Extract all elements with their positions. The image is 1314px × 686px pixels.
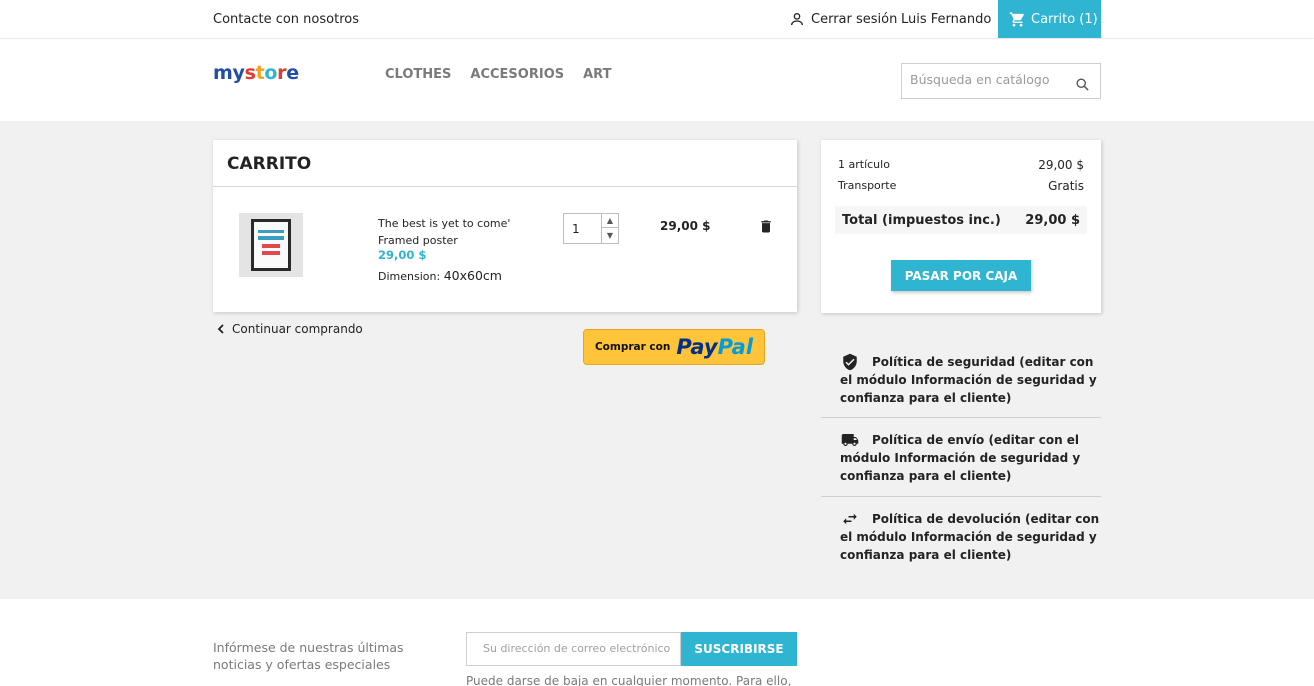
product-price: 29,00 $ (378, 248, 427, 262)
unsubscribe-note: Puede darse de baja en cualquier momento… (466, 674, 792, 686)
subscribe-button[interactable]: SUSCRIBIRSE (681, 632, 797, 666)
poster-image (251, 219, 291, 271)
main-content: CARRITO The best is yet to come' Framed … (0, 121, 1314, 599)
shopping-cart-icon (1009, 11, 1024, 27)
newsletter-email-field (466, 632, 681, 666)
reassurance-block: Política de seguridad (editar con el mód… (821, 350, 1101, 567)
store-logo[interactable]: my store (213, 62, 299, 84)
trash-icon[interactable] (758, 218, 774, 235)
chevron-down-icon[interactable]: ▼ (602, 228, 618, 242)
checkout-button[interactable]: PASAR POR CAJA (891, 260, 1031, 291)
top-bar: Contacte con nosotros Cerrar sesión Luis… (0, 0, 1314, 39)
attribute-value: 40x60cm (443, 268, 502, 283)
quantity-input[interactable]: 1 (572, 222, 580, 236)
paypal-logo: PayPal (676, 335, 754, 359)
reassurance-text: Política de devolución (editar con el mó… (840, 512, 1100, 562)
reassurance-shipping: Política de envío (editar con el módulo … (821, 418, 1101, 497)
swap-arrows-icon (843, 513, 857, 525)
order-summary: 1 artículo 29,00 $ Transporte Gratis Tot… (821, 140, 1101, 313)
summary-total-row: Total (impuestos inc.) 29,00 $ (835, 206, 1087, 234)
quantity-stepper[interactable]: 1 ▲ ▼ (563, 213, 619, 244)
header: my store CLOTHES ACCESORIOS ART (0, 39, 1314, 121)
continue-label: Continuar comprando (232, 322, 363, 336)
main-nav: CLOTHES ACCESORIOS ART (385, 67, 611, 82)
reassurance-text: Política de seguridad (editar con el mód… (840, 355, 1097, 405)
items-value: 29,00 $ (1038, 158, 1084, 172)
continue-shopping-link[interactable]: Continuar comprando (216, 322, 363, 336)
total-label: Total (impuestos inc.) (842, 212, 1001, 228)
chevron-up-icon[interactable]: ▲ (602, 214, 618, 228)
search-box (901, 63, 1101, 99)
paypal-button[interactable]: Comprar con PayPal (583, 329, 765, 365)
items-label: 1 artículo (838, 158, 890, 171)
signout-label: Cerrar sesión (811, 11, 898, 27)
cart-panel: CARRITO The best is yet to come' Framed … (213, 140, 797, 312)
email-field[interactable] (483, 642, 673, 655)
product-thumbnail[interactable] (239, 213, 303, 277)
total-value: 29,00 $ (1025, 212, 1080, 228)
reassurance-returns: Política de devolución (editar con el mó… (821, 497, 1101, 567)
summary-shipping-row: Transporte Gratis (838, 179, 1084, 193)
reassurance-text: Política de envío (editar con el módulo … (840, 433, 1081, 483)
newsletter-label: Infórmese de nuestras últimas noticias y… (213, 640, 404, 672)
account-link[interactable]: Luis Fernando (901, 12, 991, 27)
shipping-label: Transporte (838, 179, 897, 192)
signout-link[interactable]: Cerrar sesión (789, 11, 897, 27)
nav-item-clothes[interactable]: CLOTHES (385, 67, 451, 82)
contact-link[interactable]: Contacte con nosotros (213, 12, 359, 27)
reassurance-security: Política de seguridad (editar con el mód… (821, 350, 1101, 418)
product-attribute: Dimension: 40x60cm (378, 268, 502, 283)
paypal-prefix: Comprar con (594, 341, 671, 353)
summary-items-row: 1 artículo 29,00 $ (838, 158, 1084, 172)
cart-title: CARRITO (227, 154, 312, 174)
divider (213, 186, 797, 187)
line-total: 29,00 $ (660, 219, 711, 233)
search-icon[interactable] (1075, 77, 1090, 92)
nav-item-art[interactable]: ART (583, 67, 611, 82)
cart-label: Carrito (1) (1031, 11, 1098, 27)
nav-item-accesorios[interactable]: ACCESORIOS (470, 67, 564, 82)
shipping-value: Gratis (1048, 179, 1084, 193)
product-name[interactable]: The best is yet to come' Framed poster (378, 215, 528, 249)
truck-icon (841, 434, 859, 446)
attribute-label: Dimension: (378, 270, 441, 283)
cart-button[interactable]: Carrito (1) (998, 0, 1101, 38)
chevron-left-icon (217, 324, 224, 334)
search-input[interactable] (910, 72, 1070, 87)
quantity-spinner: ▲ ▼ (601, 214, 618, 243)
shield-check-icon (843, 353, 857, 371)
user-icon (791, 13, 803, 26)
